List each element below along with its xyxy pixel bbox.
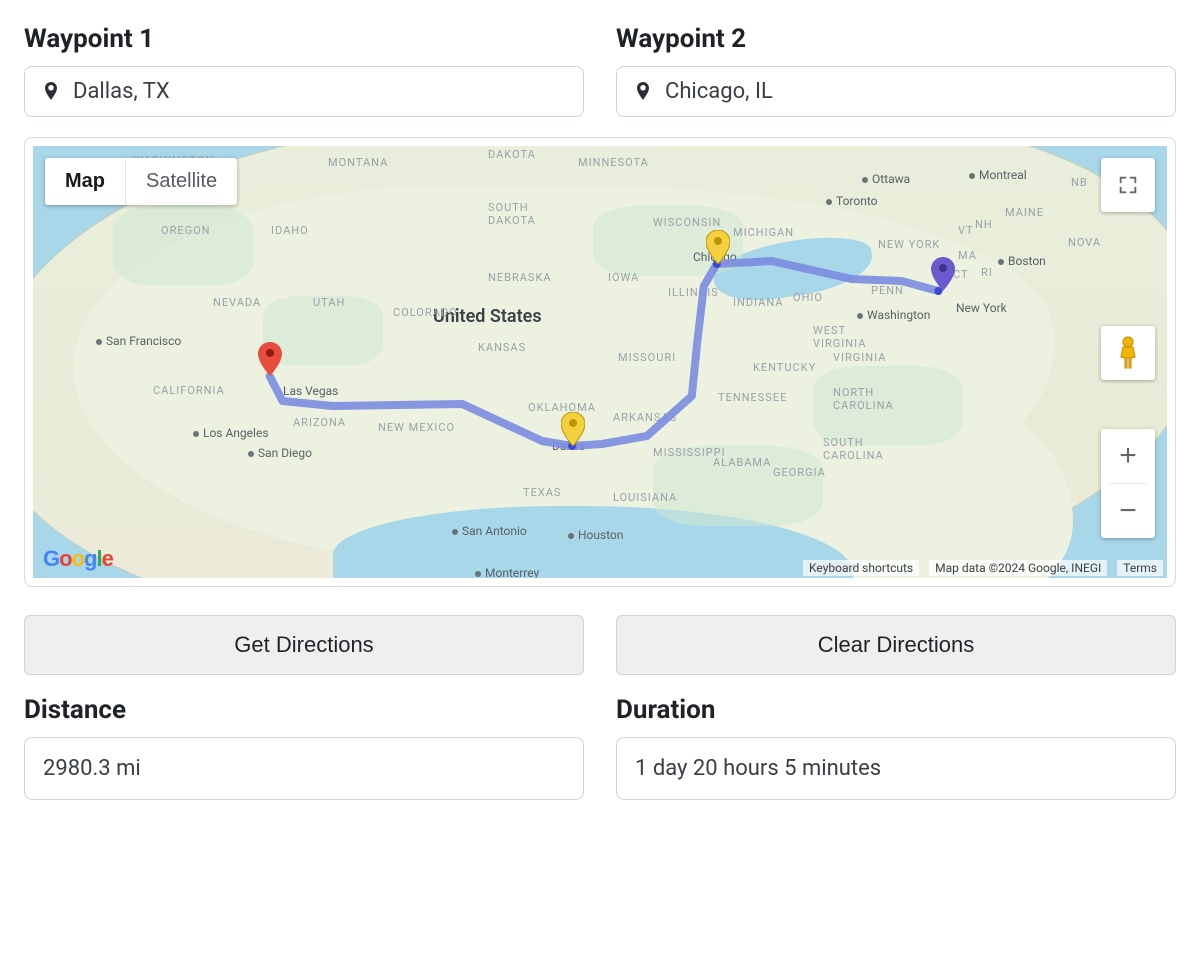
state-label: NORTH CAROLINA [833,386,894,412]
state-label: WISCONSIN [653,216,721,229]
state-label: DAKOTA [488,148,536,161]
city-label: San Antonio [452,524,527,538]
state-label: MAINE [1005,206,1044,219]
state-label: ILLINOIS [668,286,719,299]
marker-end[interactable] [931,257,955,291]
state-label: GEORGIA [773,466,826,479]
state-label: MONTANA [328,156,388,169]
state-label: NEW MEXICO [378,421,455,434]
state-label: MINNESOTA [578,156,649,169]
waypoint1-value: Dallas, TX [73,79,170,104]
state-label: RI [981,266,993,279]
city-label: San Diego [248,446,312,460]
state-label: ARIZONA [293,416,346,429]
state-label: VIRGINIA [833,351,886,364]
state-label: NH [975,218,993,231]
city-label: Montreal [969,168,1027,182]
state-label: PENN [871,284,904,297]
duration-label: Duration [616,695,1176,725]
state-label: NOVA [1068,236,1101,249]
city-label: Toronto [826,194,878,208]
state-label: NEBRASKA [488,271,552,284]
map-type-control: Map Satellite [45,158,237,205]
waypoint2-label: Waypoint 2 [616,24,1176,54]
city-label: Washington [857,308,930,322]
state-label: OHIO [793,291,823,304]
waypoint1-input[interactable]: Dallas, TX [24,66,584,117]
city-label: Monterrey [475,566,539,578]
terrain-patch [113,206,253,286]
duration-value: 1 day 20 hours 5 minutes [616,737,1176,800]
state-label: LOUISIANA [613,491,677,504]
map-container: United States San Francisco Los Angeles … [24,137,1176,587]
terms-link[interactable]: Terms [1117,560,1163,576]
state-label: UTAH [313,296,345,309]
state-label: OREGON [161,224,211,237]
distance-label: Distance [24,695,584,725]
zoom-out-button[interactable]: − [1101,484,1155,538]
city-label: Boston [998,254,1046,268]
map-attribution: Keyboard shortcuts Map data ©2024 Google… [803,560,1163,576]
state-label: NB [1071,176,1088,189]
fullscreen-button[interactable] [1101,158,1155,212]
streetview-pegman-button[interactable] [1101,326,1155,380]
city-label: San Francisco [96,334,181,348]
city-label: Ottawa [862,172,910,186]
city-label: Las Vegas [283,384,338,398]
state-label: CALIFORNIA [153,384,225,397]
state-label: KANSAS [478,341,526,354]
state-label: VT [958,224,974,237]
state-label: CT [953,268,969,281]
city-label: Houston [568,528,624,542]
state-label: MA [958,249,977,262]
pin-icon [39,80,63,104]
map-data-text: Map data ©2024 Google, INEGI [929,560,1107,576]
state-label: MISSISSIPPI [653,446,726,459]
pin-icon [631,80,655,104]
waypoint2-input[interactable]: Chicago, IL [616,66,1176,117]
clear-directions-button[interactable]: Clear Directions [616,615,1176,675]
map-type-map-button[interactable]: Map [45,158,125,205]
state-label: NEW YORK [878,238,940,251]
state-label: WEST VIRGINIA [813,324,866,350]
city-label: New York [956,301,1007,315]
zoom-in-button[interactable]: + [1101,429,1155,483]
state-label: MICHIGAN [733,226,794,239]
fullscreen-icon [1117,174,1139,196]
state-label: COLORADO [393,306,458,319]
state-label: TEXAS [523,486,561,499]
marker-waypoint1[interactable] [561,412,585,446]
waypoint1-label: Waypoint 1 [24,24,584,54]
state-label: NEVADA [213,296,261,309]
marker-waypoint2[interactable] [706,230,730,264]
state-label: KENTUCKY [753,361,816,374]
state-label: IOWA [608,271,639,284]
distance-value: 2980.3 mi [24,737,584,800]
zoom-control: + − [1101,429,1155,538]
map-type-satellite-button[interactable]: Satellite [126,158,237,205]
marker-start[interactable] [258,342,282,376]
state-label: TENNESSEE [718,391,787,404]
get-directions-button[interactable]: Get Directions [24,615,584,675]
pegman-icon [1115,336,1141,370]
map-canvas[interactable]: United States San Francisco Los Angeles … [33,146,1167,578]
state-label: INDIANA [733,296,783,309]
state-label: MISSOURI [618,351,676,364]
state-label: SOUTH DAKOTA [488,201,536,227]
state-label: IDAHO [271,224,309,237]
google-logo: Google [43,546,113,572]
state-label: SOUTH CAROLINA [823,436,884,462]
keyboard-shortcuts-link[interactable]: Keyboard shortcuts [803,560,919,576]
waypoint2-value: Chicago, IL [665,79,773,104]
state-label: ARKANSAS [613,411,677,424]
city-label: Los Angeles [193,426,269,440]
